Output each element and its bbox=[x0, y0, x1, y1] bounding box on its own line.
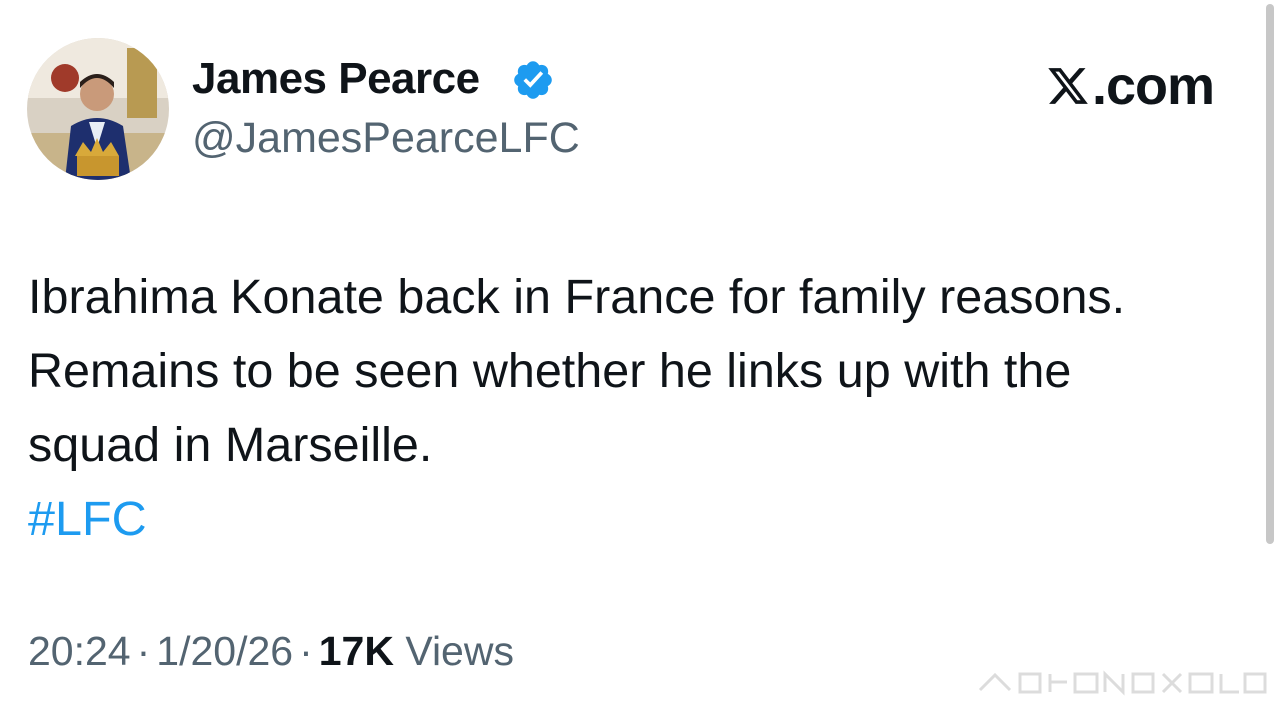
views-label: Views bbox=[405, 628, 514, 674]
author-display-name[interactable]: James Pearce bbox=[192, 54, 480, 104]
author-handle[interactable]: @JamesPearceLFC bbox=[192, 114, 580, 163]
tweet-card: James Pearce @JamesPearceLFC .com Ibrahi… bbox=[0, 0, 1284, 713]
meta-separator: · bbox=[299, 628, 313, 674]
author-avatar[interactable] bbox=[27, 38, 169, 180]
tweet-date[interactable]: 1/20/26 bbox=[156, 628, 293, 674]
verified-badge-icon bbox=[514, 61, 552, 99]
tweet-time[interactable]: 20:24 bbox=[28, 628, 131, 674]
tweet-text-line: Remains to be seen whether he links up w… bbox=[28, 344, 1072, 398]
watermark-graphic bbox=[978, 670, 1267, 696]
x-logo-icon bbox=[1048, 68, 1088, 104]
views-count: 17K bbox=[318, 628, 394, 674]
tweet-metadata: 20:24 · 1/20/26 · 17K Views bbox=[28, 628, 514, 675]
tweet-body: Ibrahima Konate back in France for famil… bbox=[28, 260, 1258, 556]
hashtag-link[interactable]: #LFC bbox=[28, 482, 1258, 556]
avatar-photo bbox=[27, 38, 169, 180]
meta-separator: · bbox=[136, 628, 151, 674]
tweet-text-line: Ibrahima Konate back in France for famil… bbox=[28, 270, 1126, 324]
scrollbar-thumb[interactable] bbox=[1266, 4, 1274, 544]
tweet-text-line: squad in Marseille. bbox=[28, 418, 433, 472]
brand-domain-text: .com bbox=[1092, 56, 1215, 116]
x-brand-mark: .com bbox=[1046, 56, 1215, 116]
